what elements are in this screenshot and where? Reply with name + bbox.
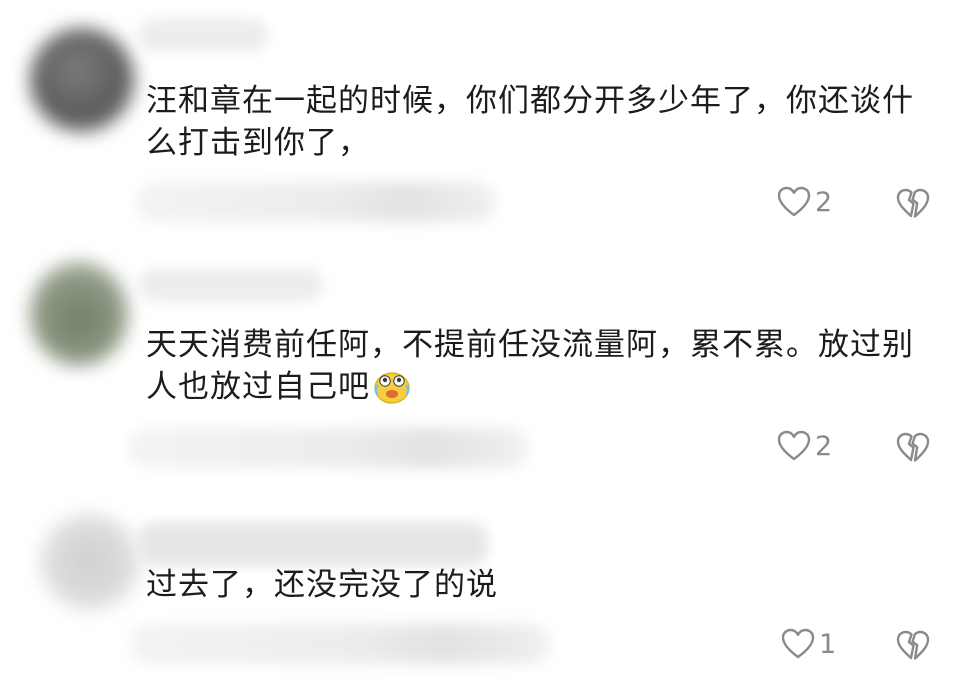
like-button[interactable]: 1 [781, 628, 836, 660]
comment-text: 汪和章在一起的时候，你们都分开多少年了，你还谈什么打击到你了， [146, 83, 914, 161]
avatar[interactable] [30, 262, 128, 366]
username[interactable] [138, 522, 488, 566]
comment-text: 过去了，还没完没了的说 [146, 567, 498, 603]
heart-outline-icon [777, 186, 811, 217]
username[interactable] [138, 268, 323, 302]
crying-laughing-face-emoji [372, 367, 412, 416]
comment-meta [128, 428, 528, 468]
dislike-button[interactable] [896, 188, 930, 224]
broken-heart-icon [896, 432, 930, 462]
comment-item: 汪和章在一起的时候，你们都分开多少年了，你还谈什么打击到你了， 2 [0, 0, 972, 240]
comment-meta [130, 624, 550, 664]
heart-outline-icon [781, 628, 815, 659]
comment-text: 天天消费前任阿，不提前任没流量阿，累不累。放过别人也放过自己吧 [146, 324, 926, 416]
comment-item: 过去了，还没完没了的说 1 [0, 500, 972, 675]
like-count: 2 [815, 186, 833, 218]
username[interactable] [138, 18, 268, 52]
like-count: 1 [819, 628, 837, 660]
like-button[interactable]: 2 [777, 186, 832, 218]
like-button[interactable]: 2 [777, 430, 832, 462]
dislike-button[interactable] [896, 630, 930, 666]
broken-heart-icon [896, 188, 930, 218]
dislike-button[interactable] [896, 432, 930, 468]
broken-heart-icon [896, 630, 930, 660]
avatar[interactable] [40, 514, 140, 610]
like-count: 2 [815, 430, 833, 462]
heart-outline-icon [777, 430, 811, 461]
avatar[interactable] [30, 28, 134, 132]
comment-meta [136, 182, 496, 222]
comment-item: 天天消费前任阿，不提前任没流量阿，累不累。放过别人也放过自己吧 2 [0, 240, 972, 500]
